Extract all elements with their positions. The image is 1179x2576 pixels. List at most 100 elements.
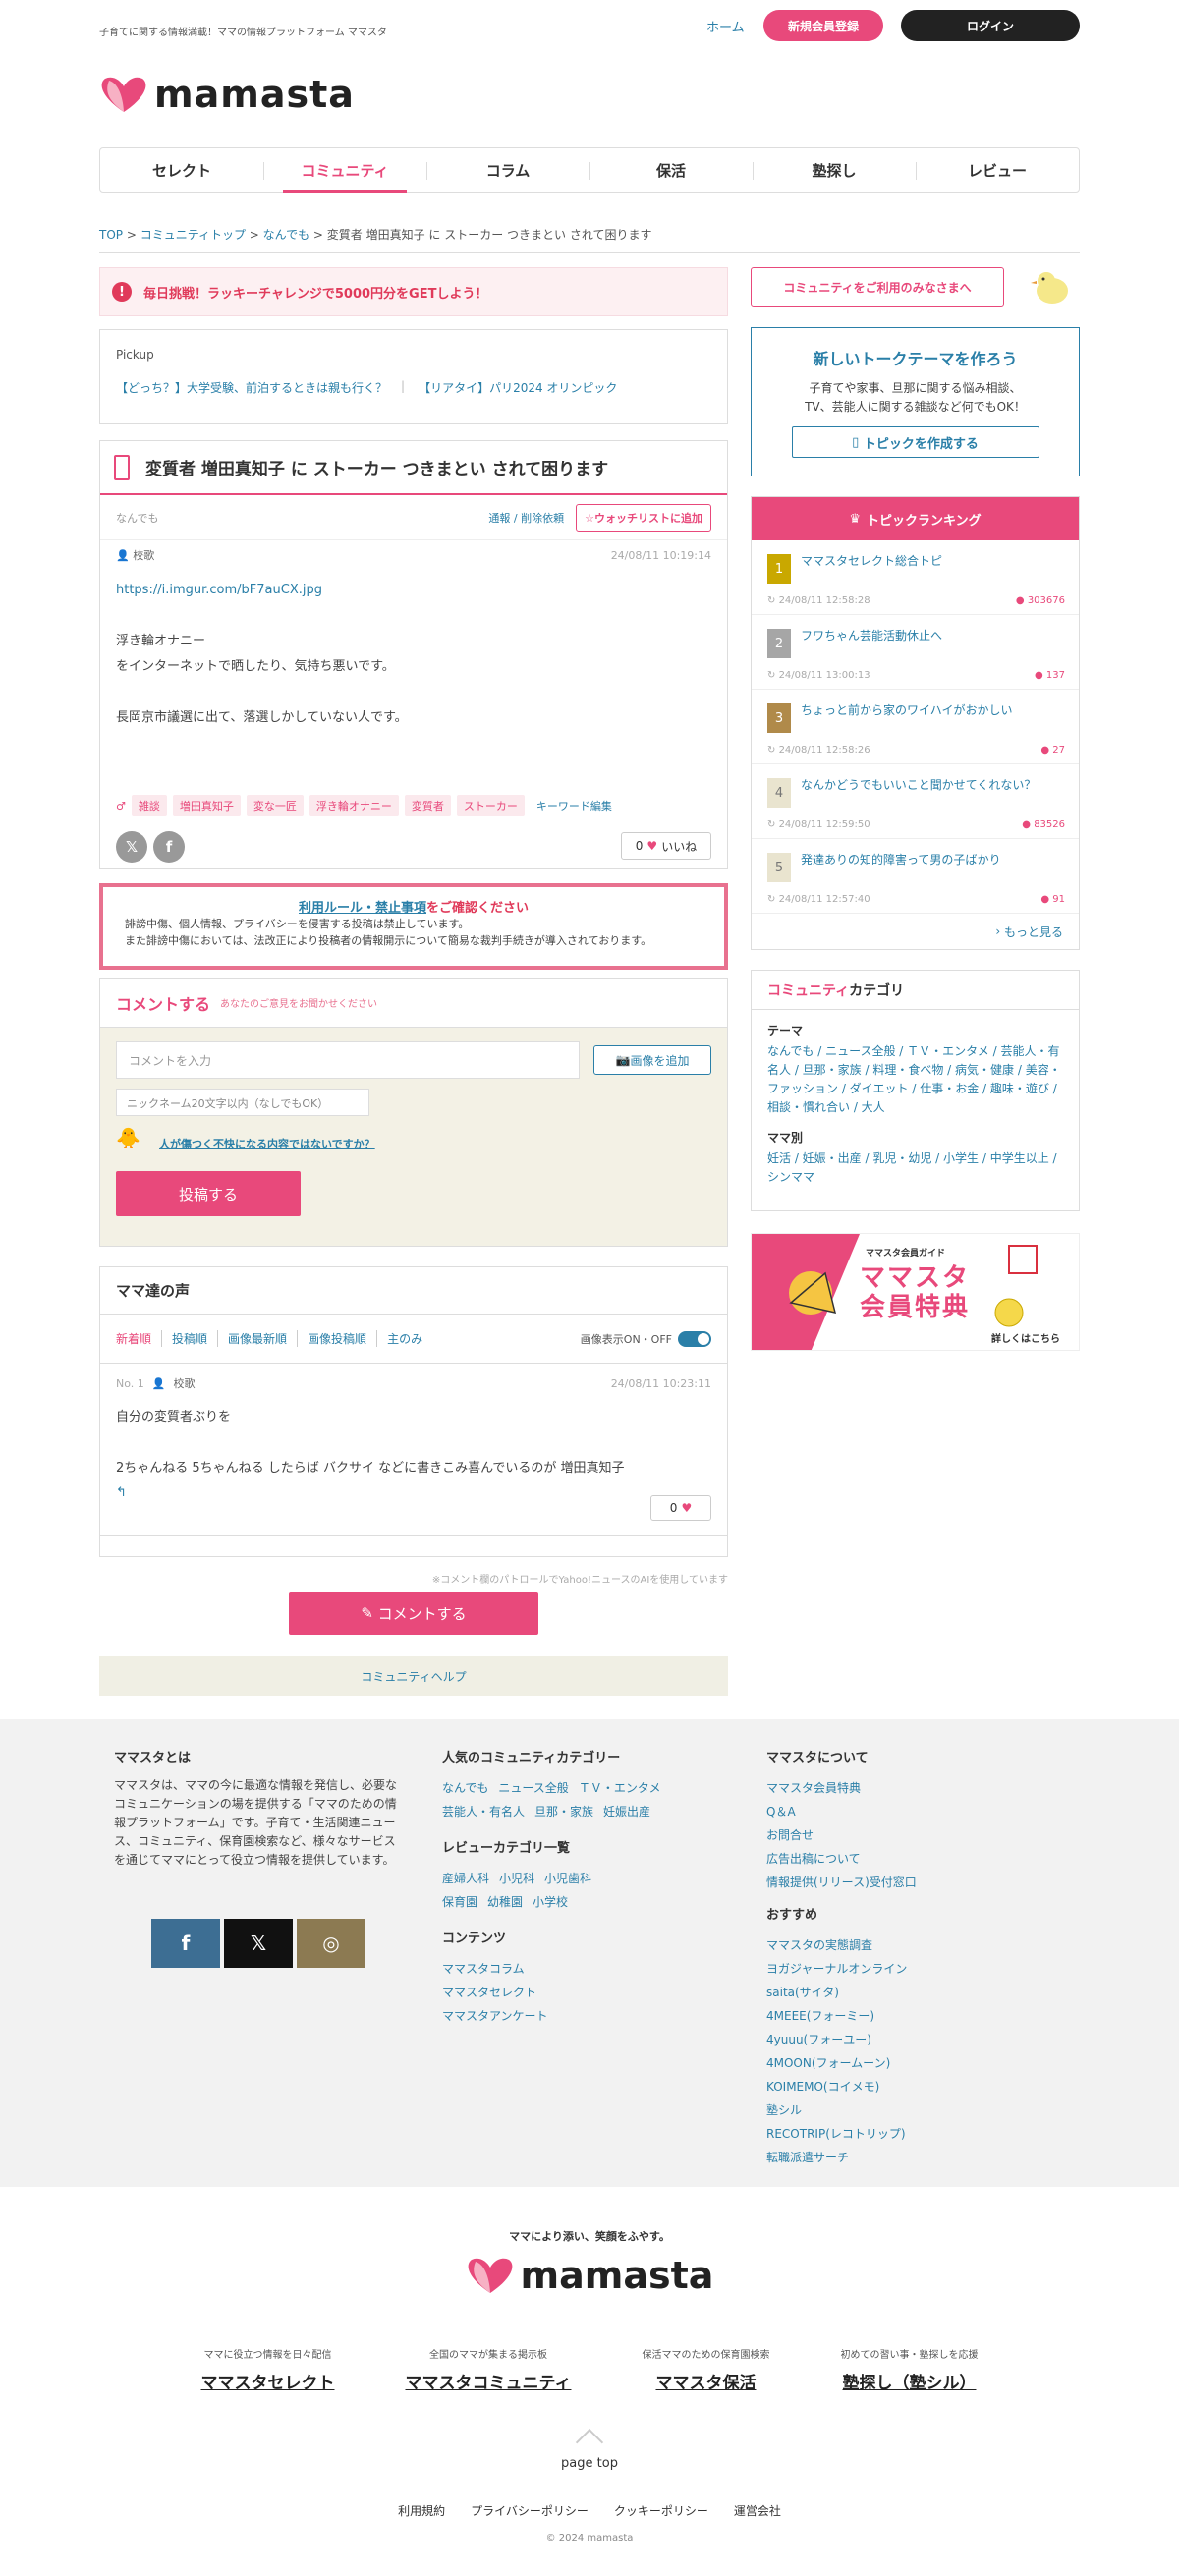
site-logo[interactable]: mamasta (99, 73, 355, 116)
ranking-item[interactable]: 3 ちょっと前から家のワイハイがおかしい ↻ 24/08/11 12:58:26 ● … (752, 690, 1079, 764)
community-help-link[interactable]: コミュニティヘルプ (99, 1656, 728, 1696)
comment-like-button[interactable]: 0 ♥ (650, 1495, 711, 1521)
create-topic-button[interactable]: ▯ トピックを作成する (791, 426, 1039, 458)
footer-link[interactable]: 妊娠出産 (603, 1805, 650, 1819)
footer-link[interactable]: ニュース全般 (498, 1781, 568, 1795)
legal-link[interactable]: 運営会社 (734, 2502, 781, 2519)
post-button[interactable]: 投稿する (116, 1171, 301, 1216)
footer-link[interactable]: ママスタセレクト (442, 1986, 536, 1999)
ranking-title-link[interactable]: なんかどうでもいいこと聞かせてくれない？ (801, 776, 1063, 794)
footer-link[interactable]: お問合せ (766, 1828, 814, 1842)
footer-link[interactable]: なんでも (442, 1781, 488, 1795)
facebook-share-icon[interactable]: f (153, 831, 185, 863)
footer-link[interactable]: 4MOON(フォームーン) (766, 2056, 890, 2070)
pickup-link[interactable]: 【リアタイ】パリ2024 オリンピック (419, 379, 617, 396)
tab-oldest[interactable]: 投稿順 (161, 1330, 217, 1347)
comment-button[interactable]: ✎ コメントする (289, 1592, 538, 1635)
legal-link[interactable]: プライバシーポリシー (471, 2502, 589, 2519)
footer-link[interactable]: 4yuuu(フォーユー) (766, 2033, 871, 2046)
keyword-edit-link[interactable]: キーワード編集 (536, 798, 612, 813)
footer-link[interactable]: ヨガジャーナルオンライン (766, 1962, 907, 1976)
like-button[interactable]: 0 ♥ いいね (621, 832, 711, 860)
report-link[interactable]: 通報 / 削除依頼 (488, 510, 564, 526)
ranking-item[interactable]: 5 発達ありの知的障害って男の子ばかり ↻ 24/08/11 12:57:40 ● 9… (752, 839, 1079, 914)
home-link[interactable]: ホーム (706, 17, 745, 35)
footer-link[interactable]: ママスタコラム (442, 1962, 525, 1976)
tag[interactable]: 変質者 (404, 795, 451, 816)
pickup-link[interactable]: 【どっち？】大学受験、前泊するときは親も行く？ (116, 379, 387, 396)
service-item[interactable]: ママに役立つ情報を日々配信 ママスタセレクト (201, 2346, 335, 2393)
comment-input[interactable]: コメントを入力 (116, 1041, 580, 1079)
nav-review[interactable]: レビュー (916, 148, 1079, 192)
instagram-icon[interactable]: ◎ (297, 1919, 365, 1968)
ranking-item[interactable]: 4 なんかどうでもいいこと聞かせてくれない？ ↻ 24/08/11 12:59:50… (752, 764, 1079, 839)
footer-link[interactable]: 広告出稿について (766, 1852, 861, 1866)
service-item[interactable]: 初めての習い事・塾探しを応援 塾探し（塾シル） (840, 2346, 978, 2393)
service-item[interactable]: 保活ママのための保育園検索 ママスタ保活 (642, 2346, 769, 2393)
footer-link[interactable]: Q＆A (766, 1805, 796, 1819)
tab-image-newest[interactable]: 画像最新順 (217, 1330, 297, 1347)
ranking-item[interactable]: 2 フワちゃん芸能活動休止へ ↻ 24/08/11 13:00:13 ● 137 (752, 615, 1079, 690)
legal-link[interactable]: 利用規約 (398, 2502, 445, 2519)
footer-link[interactable]: 小児歯科 (544, 1872, 591, 1885)
nav-juku[interactable]: 塾探し (753, 148, 916, 192)
topic-image-link[interactable]: https://i.imgur.com/bF7auCX.jpg (116, 583, 322, 597)
watchlist-button[interactable]: ☆ウォッチリストに追加 (576, 503, 711, 532)
nav-column[interactable]: コラム (426, 148, 590, 192)
nickname-input[interactable]: ニックネーム20文字以内（なしでもOK） (116, 1089, 369, 1116)
breadcrumb-top[interactable]: TOP (99, 228, 123, 242)
footer-link[interactable]: 情報提供(リリース)受付窓口 (766, 1876, 917, 1889)
footer-link[interactable]: 幼稚園 (487, 1895, 523, 1909)
footer-link[interactable]: 産婦人科 (442, 1872, 489, 1885)
footer-link[interactable]: KOIMEMO(コイメモ) (766, 2080, 879, 2094)
tag[interactable]: 雑談 (131, 795, 167, 816)
tag[interactable]: 変な一匠 (246, 795, 304, 816)
tab-image-oldest[interactable]: 画像投稿順 (297, 1330, 376, 1347)
page-top-link[interactable]: page top (0, 2428, 1179, 2471)
ranking-title-link[interactable]: ちょっと前から家のワイハイがおかしい (801, 701, 1063, 719)
tab-newest[interactable]: 新着順 (116, 1330, 161, 1347)
add-image-button[interactable]: 📷 画像を追加 (593, 1045, 711, 1075)
breadcrumb-community[interactable]: コミュニティトップ (140, 228, 246, 242)
footer-link[interactable]: ＴＶ・エンタメ (579, 1781, 661, 1795)
footer-link[interactable]: 芸能人・有名人 (442, 1805, 525, 1819)
tab-owner-only[interactable]: 主のみ (376, 1330, 432, 1347)
x-share-icon[interactable]: 𝕏 (116, 831, 147, 863)
tag[interactable]: ストーカー (456, 795, 525, 816)
bottom-logo[interactable]: mamasta (0, 2254, 1179, 2297)
community-notice-button[interactable]: コミュニティをご利用のみなさまへ (751, 267, 1004, 307)
more-link[interactable]: › もっと見る (752, 914, 1079, 949)
x-icon[interactable]: 𝕏 (224, 1919, 293, 1968)
nav-community[interactable]: コミュニティ (263, 148, 426, 193)
footer-link[interactable]: 塾シル (766, 2103, 802, 2117)
service-item[interactable]: 全国のママが集まる掲示板 ママスタコミュニティ (406, 2346, 572, 2393)
footer-link[interactable]: 保育園 (442, 1895, 477, 1909)
reply-icon[interactable]: ↰ (116, 1485, 711, 1500)
footer-link[interactable]: 旦那・家族 (534, 1805, 593, 1819)
theme-links[interactable]: なんでも / ニュース全般 / ＴＶ・エンタメ / 芸能人・有名人 / 旦那・家… (767, 1042, 1063, 1117)
mama-links[interactable]: 妊活 / 妊娠・出産 / 乳児・幼児 / 小学生 / 中学生以上 / シンママ (767, 1149, 1063, 1187)
image-toggle-switch[interactable] (678, 1330, 711, 1347)
facebook-icon[interactable]: f (151, 1919, 220, 1968)
breadcrumb-category[interactable]: なんでも (263, 228, 309, 242)
footer-link[interactable]: 小児科 (499, 1872, 534, 1885)
tag[interactable]: 浮き輪オナニー (309, 795, 399, 816)
nav-hokatsu[interactable]: 保活 (590, 148, 753, 192)
legal-link[interactable]: クッキーポリシー (614, 2502, 708, 2519)
lucky-challenge-banner[interactable]: ! 毎日挑戦！ラッキーチャレンジで5000円分をGETしよう！ (99, 267, 728, 316)
login-button[interactable]: ログイン (901, 10, 1080, 41)
footer-link[interactable]: 転職派遣サーチ (766, 2151, 849, 2164)
nav-select[interactable]: セレクト (100, 148, 263, 192)
ranking-item[interactable]: 1 ママスタセレクト総合トピ ↻ 24/08/11 12:58:28 ● 303676 (752, 540, 1079, 615)
register-button[interactable]: 新規会員登録 (763, 10, 883, 41)
ranking-title-link[interactable]: ママスタセレクト総合トピ (801, 552, 1063, 570)
footer-link[interactable]: ママスタ会員特典 (766, 1781, 861, 1795)
footer-link[interactable]: 小学校 (533, 1895, 568, 1909)
warning-link[interactable]: 人が傷つく不快になる内容ではないですか？ (159, 1136, 375, 1151)
member-guide-banner[interactable]: ママスタ会員ガイド ママスタ 会員特典 詳しくはこちら (751, 1233, 1080, 1351)
footer-link[interactable]: ママスタの実態調査 (766, 1938, 872, 1952)
tag[interactable]: 増田真知子 (172, 795, 241, 816)
ranking-title-link[interactable]: 発達ありの知的障害って男の子ばかり (801, 851, 1063, 868)
footer-link[interactable]: ママスタアンケート (442, 2009, 548, 2023)
footer-link[interactable]: RECOTRIP(レコトリップ) (766, 2127, 906, 2141)
